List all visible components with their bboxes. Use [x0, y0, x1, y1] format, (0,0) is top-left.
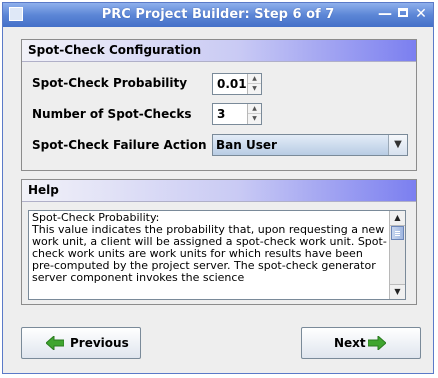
count-stepper[interactable]: ▲ ▼	[247, 104, 261, 124]
help-text-area[interactable]: Spot-Check Probability: This value indic…	[28, 210, 406, 300]
close-icon[interactable]: ✕	[413, 6, 429, 22]
chevron-down-icon[interactable]: ▼	[248, 84, 261, 94]
scroll-down-icon[interactable]: ▼	[390, 284, 405, 299]
failure-action-select[interactable]: Ban User ▼	[212, 134, 408, 156]
probability-stepper[interactable]: ▲ ▼	[247, 74, 261, 94]
spot-check-config-panel: Spot-Check Configuration Spot-Check Prob…	[21, 39, 417, 171]
next-button[interactable]: Next	[301, 327, 421, 359]
probability-label: Spot-Check Probability	[32, 76, 188, 90]
previous-label: Previous	[70, 336, 129, 350]
wizard-window: PRC Project Builder: Step 6 of 7 — ✕ Spo…	[2, 2, 434, 374]
count-label: Number of Spot-Checks	[32, 107, 192, 121]
chevron-up-icon[interactable]: ▲	[248, 104, 261, 114]
arrow-left-icon	[46, 336, 64, 350]
minimize-icon[interactable]: —	[377, 6, 393, 22]
probability-value[interactable]: 0.01	[217, 77, 247, 91]
count-spinner[interactable]: 3 ▲ ▼	[212, 103, 262, 125]
help-scrollbar[interactable]: ▲ ▼	[389, 211, 405, 299]
probability-spinner[interactable]: 0.01 ▲ ▼	[212, 73, 262, 95]
failure-action-value[interactable]: Ban User	[216, 138, 277, 152]
count-value[interactable]: 3	[217, 107, 225, 121]
failure-action-label: Spot-Check Failure Action	[32, 138, 207, 152]
window-title: PRC Project Builder: Step 6 of 7	[101, 7, 335, 22]
maximize-icon[interactable]	[395, 6, 411, 22]
help-panel-header: Help	[22, 180, 416, 202]
arrow-right-icon	[368, 336, 386, 350]
help-text: Spot-Check Probability: This value indic…	[32, 211, 387, 284]
chevron-down-icon[interactable]: ▼	[248, 114, 261, 124]
next-label: Next	[334, 336, 366, 350]
help-panel: Help Spot-Check Probability: This value …	[21, 179, 417, 305]
scroll-thumb[interactable]	[391, 226, 404, 240]
chevron-down-icon[interactable]: ▼	[388, 135, 407, 155]
scroll-up-icon[interactable]: ▲	[390, 211, 405, 226]
previous-button[interactable]: Previous	[21, 327, 141, 359]
title-bar[interactable]: PRC Project Builder: Step 6 of 7 — ✕	[3, 3, 433, 27]
config-panel-header: Spot-Check Configuration	[22, 40, 416, 62]
chevron-up-icon[interactable]: ▲	[248, 74, 261, 84]
